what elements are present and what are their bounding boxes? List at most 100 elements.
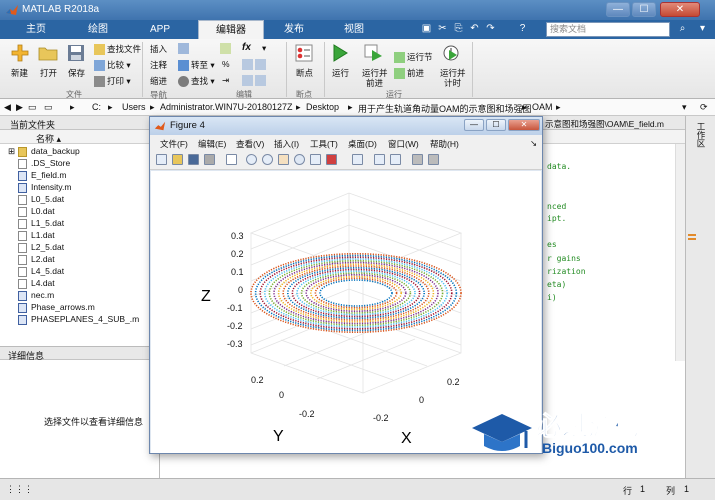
path-part-desktop[interactable]: Desktop	[306, 102, 339, 112]
rotate-3d-icon[interactable]	[294, 154, 305, 165]
find-button[interactable]: 查找 ▾	[178, 75, 215, 88]
maximize-button[interactable]: ☐	[632, 2, 656, 17]
fx-button[interactable]: fx	[242, 42, 251, 53]
back-icon[interactable]: ◀	[4, 102, 11, 113]
comment-button[interactable]: 注释	[150, 59, 167, 71]
link-plot-icon[interactable]	[352, 154, 363, 165]
brush-icon[interactable]	[326, 154, 337, 165]
menu-tools[interactable]: 工具(T)	[310, 138, 338, 150]
advance-button[interactable]: 前进	[394, 67, 424, 80]
print-figure-icon[interactable]	[204, 154, 215, 165]
path-refresh-icon[interactable]: ⟳	[700, 102, 708, 113]
wrap-icon[interactable]	[242, 59, 268, 71]
menu-insert[interactable]: 插入(I)	[274, 138, 299, 150]
fx-menu-icon[interactable]: ▾	[262, 43, 266, 54]
editor-scrollbar[interactable]	[675, 144, 685, 361]
path-part-drive[interactable]: C:	[92, 102, 101, 112]
list-item[interactable]: L4.dat	[18, 278, 55, 290]
indent-button[interactable]: 缩进	[150, 75, 167, 87]
undo-icon[interactable]: ↶	[468, 22, 481, 35]
indent-icon[interactable]: ⇥	[222, 75, 229, 86]
menu-view[interactable]: 查看(V)	[236, 138, 264, 150]
list-item[interactable]: .DS_Store	[18, 158, 70, 170]
zoom-out-icon[interactable]	[262, 154, 273, 165]
list-item[interactable]: L0.dat	[18, 206, 55, 218]
workspace-tab[interactable]: 工作区	[695, 122, 707, 148]
search-input[interactable]: 搜索文档	[546, 22, 670, 37]
help-icon[interactable]: ?	[516, 22, 529, 35]
new-figure-icon[interactable]	[156, 154, 167, 165]
tab-apps[interactable]: APP	[130, 20, 190, 39]
list-item[interactable]: L2.dat	[18, 254, 55, 266]
smart-indent-icon[interactable]	[242, 75, 268, 87]
open-file-icon[interactable]	[172, 154, 183, 165]
figure-close-button[interactable]: ✕	[508, 119, 540, 131]
list-item[interactable]: L0_5.dat	[18, 194, 64, 206]
list-item[interactable]: Phase_arrows.m	[18, 302, 95, 314]
forward-icon[interactable]: ▶	[16, 102, 23, 113]
figure-minimize-button[interactable]: —	[464, 119, 484, 131]
list-item[interactable]: L2_5.dat	[18, 242, 64, 254]
save-quick-icon[interactable]: ▣	[420, 22, 433, 35]
save-button[interactable]: 保存	[68, 67, 85, 79]
list-item[interactable]: L1.dat	[18, 230, 55, 242]
run-button[interactable]: 运行	[332, 67, 349, 79]
name-column-header[interactable]: 名称 ▴	[0, 130, 160, 144]
insert-menu-icon[interactable]	[178, 43, 191, 55]
show-tools-icon[interactable]	[428, 154, 439, 165]
path-part-oam[interactable]: OAM	[532, 102, 553, 112]
figure-maximize-button[interactable]: ☐	[486, 119, 506, 131]
menu-file[interactable]: 文件(F)	[160, 138, 188, 150]
list-item[interactable]: E_field.m	[18, 170, 66, 182]
list-item[interactable]: data_backup	[18, 146, 80, 158]
list-item[interactable]: Intensity.m	[18, 182, 71, 194]
comment-toggle-icon[interactable]	[220, 43, 233, 55]
list-item[interactable]: PHASEPLANES_4_SUB_.m	[18, 314, 139, 326]
data-cursor-icon[interactable]	[310, 154, 321, 165]
edit-plot-icon[interactable]	[226, 154, 237, 165]
percent-icon[interactable]: %	[222, 59, 230, 69]
pan-icon[interactable]	[278, 154, 289, 165]
figure-title-bar[interactable]: Figure 4 — ☐ ✕	[150, 117, 542, 135]
colorbar-icon[interactable]	[374, 154, 385, 165]
path-dropdown-icon[interactable]: ▾	[682, 102, 687, 113]
tab-editor[interactable]: 编辑器	[198, 20, 264, 39]
run-section-button[interactable]: 运行节	[394, 51, 433, 64]
zoom-in-icon[interactable]	[246, 154, 257, 165]
run-advance-button-line2[interactable]: 前进	[366, 77, 383, 89]
insert-button[interactable]: 插入	[150, 43, 167, 55]
new-button[interactable]: 新建	[11, 67, 28, 79]
menu-edit[interactable]: 编辑(E)	[198, 138, 226, 150]
tab-plots[interactable]: 绘图	[68, 20, 128, 39]
tab-home[interactable]: 主页	[8, 20, 64, 39]
menu-desktop[interactable]: 桌面(D)	[348, 138, 377, 150]
tab-publish[interactable]: 发布	[266, 20, 322, 39]
minimize-button[interactable]: —	[606, 2, 630, 17]
tab-view[interactable]: 视图	[326, 20, 382, 39]
run-time-button-line2[interactable]: 计时	[444, 77, 461, 89]
menu-window[interactable]: 窗口(W)	[388, 138, 419, 150]
path-part-project[interactable]: 用于产生轨道角动量OAM的示意图和场强图	[358, 102, 532, 115]
user-icon[interactable]: ▾	[696, 22, 709, 35]
path-part-user[interactable]: Administrator.WIN7U-20180127Z	[160, 102, 293, 112]
path-part-users[interactable]: Users	[122, 102, 146, 112]
list-item[interactable]: L4_5.dat	[18, 266, 64, 278]
browse-folder-icon[interactable]: ▭	[44, 102, 53, 113]
save-figure-icon[interactable]	[188, 154, 199, 165]
redo-icon[interactable]: ↷	[484, 22, 497, 35]
find-files-button[interactable]: 查找文件	[94, 43, 141, 56]
close-button[interactable]: ✕	[660, 2, 700, 17]
folder-up-icon[interactable]: ▭	[28, 102, 37, 113]
folder-expand-icon[interactable]: ⊞	[8, 146, 15, 158]
search-icon[interactable]: ⌕	[676, 22, 689, 35]
list-item[interactable]: L1_5.dat	[18, 218, 64, 230]
breakpoints-button[interactable]: 断点	[296, 67, 313, 79]
cut-icon[interactable]: ✂	[436, 22, 449, 35]
compare-button[interactable]: 比较 ▾	[94, 59, 131, 72]
print-button[interactable]: 打印 ▾	[94, 75, 131, 88]
copy-icon[interactable]: ⎘	[452, 22, 465, 35]
open-button[interactable]: 打开	[40, 67, 57, 79]
hide-tools-icon[interactable]	[412, 154, 423, 165]
goto-button[interactable]: 转至 ▾	[178, 59, 215, 72]
legend-icon[interactable]	[390, 154, 401, 165]
